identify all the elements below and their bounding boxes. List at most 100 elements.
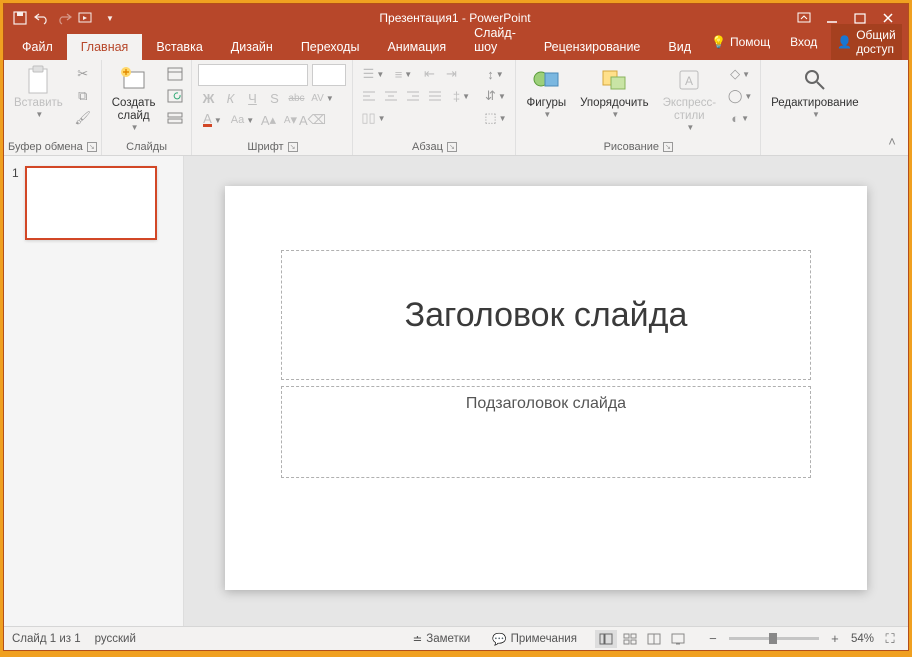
align-text-button[interactable]: ⇵▼ xyxy=(481,86,509,106)
qat-customize-icon[interactable]: ▼ xyxy=(102,10,118,26)
tab-review[interactable]: Рецензирование xyxy=(530,34,655,60)
tab-insert[interactable]: Вставка xyxy=(142,34,216,60)
grow-font-button[interactable]: A▴ xyxy=(258,110,278,130)
shape-outline-button[interactable]: ◯▼ xyxy=(726,86,754,106)
increase-indent-button[interactable]: ⇥ xyxy=(441,64,461,84)
clear-formatting-button[interactable]: A⌫ xyxy=(302,110,322,130)
arrange-icon xyxy=(599,65,629,95)
thumbnail-preview[interactable] xyxy=(25,166,157,240)
slide-sorter-view-button[interactable] xyxy=(619,630,641,648)
fit-to-window-button[interactable]: ⛶ xyxy=(880,629,900,649)
decrease-indent-button[interactable]: ⇤ xyxy=(419,64,439,84)
comments-button[interactable]: 💬Примечания xyxy=(488,630,581,648)
tab-slideshow[interactable]: Слайд-шоу xyxy=(460,20,530,60)
view-buttons xyxy=(595,630,689,648)
copy-button[interactable]: ⧉ xyxy=(73,86,93,106)
slide[interactable]: Заголовок слайда Подзаголовок слайда xyxy=(225,186,867,590)
signin-button[interactable]: Вход xyxy=(784,31,823,53)
thumbnail-1[interactable]: 1 xyxy=(12,166,175,240)
reset-button[interactable] xyxy=(165,86,185,106)
window-title: Презентация1 - PowerPoint xyxy=(126,11,784,25)
convert-smartart-button[interactable]: ⬚▼ xyxy=(481,108,509,128)
title-placeholder[interactable]: Заголовок слайда xyxy=(281,250,811,380)
paragraph-launcher-icon[interactable]: ↘ xyxy=(447,142,457,152)
format-painter-button[interactable]: 🖌 xyxy=(73,108,93,128)
normal-view-button[interactable] xyxy=(595,630,617,648)
zoom-slider[interactable] xyxy=(729,637,819,640)
cut-button[interactable]: ✂ xyxy=(73,64,93,84)
editing-button[interactable]: Редактирование▼ xyxy=(765,62,865,122)
arrange-button[interactable]: Упорядочить▼ xyxy=(574,62,654,122)
zoom-control: − + 54% ⛶ xyxy=(703,629,900,649)
slide-counter[interactable]: Слайд 1 из 1 xyxy=(12,633,81,645)
tab-animations[interactable]: Анимация xyxy=(373,34,460,60)
tab-transitions[interactable]: Переходы xyxy=(287,34,374,60)
notes-button[interactable]: ≐Заметки xyxy=(409,630,475,648)
numbering-button[interactable]: ≡▼ xyxy=(389,64,417,84)
shapes-button[interactable]: Фигуры▼ xyxy=(520,62,572,122)
start-from-beginning-icon[interactable] xyxy=(78,10,94,26)
shrink-font-button[interactable]: A▾ xyxy=(280,110,300,130)
zoom-value[interactable]: 54% xyxy=(851,633,874,645)
section-button[interactable] xyxy=(165,108,185,128)
slide-canvas-area[interactable]: Заголовок слайда Подзаголовок слайда xyxy=(184,156,908,626)
tab-home[interactable]: Главная xyxy=(67,34,143,60)
align-left-button[interactable] xyxy=(359,86,379,106)
char-spacing-button[interactable]: AV▼ xyxy=(308,88,336,108)
quick-styles-button[interactable]: A Экспресс- стили▼ xyxy=(657,62,723,136)
tab-design[interactable]: Дизайн xyxy=(217,34,287,60)
italic-button[interactable]: К xyxy=(220,88,240,108)
person-icon: 👤 xyxy=(837,35,852,49)
tab-file[interactable]: Файл xyxy=(8,34,67,60)
paste-button[interactable]: Вставить ▼ xyxy=(8,62,69,122)
clipboard-icon xyxy=(23,65,53,95)
collapse-ribbon-icon[interactable]: ˄ xyxy=(882,131,902,151)
strikethrough-button[interactable]: abc xyxy=(286,88,306,108)
font-name-combo[interactable] xyxy=(198,64,308,86)
shape-effects-button[interactable]: ◐▼ xyxy=(726,108,754,128)
slideshow-view-button[interactable] xyxy=(667,630,689,648)
text-direction-button[interactable]: ↕▼ xyxy=(481,64,509,84)
group-drawing: Фигуры▼ Упорядочить▼ A Экспресс- стили▼ … xyxy=(516,60,761,155)
share-button[interactable]: 👤Общий доступ xyxy=(831,24,901,60)
quick-access-toolbar: ▼ xyxy=(4,10,126,26)
notes-icon: ≐ xyxy=(413,632,423,646)
columns-button[interactable]: ▯▯▼ xyxy=(359,108,387,128)
redo-icon[interactable] xyxy=(56,10,72,26)
font-color-button[interactable]: A▼ xyxy=(198,110,226,130)
slide-thumbnail-pane[interactable]: 1 xyxy=(4,156,184,626)
group-slides: Создать слайд ▼ Слайды xyxy=(102,60,193,155)
font-size-combo[interactable] xyxy=(312,64,346,86)
undo-icon[interactable] xyxy=(34,10,50,26)
drawing-launcher-icon[interactable]: ↘ xyxy=(663,142,673,152)
chevron-down-icon: ▼ xyxy=(35,110,43,119)
zoom-out-button[interactable]: − xyxy=(703,629,723,649)
font-launcher-icon[interactable]: ↘ xyxy=(288,142,298,152)
shape-fill-button[interactable]: ◇▼ xyxy=(726,64,754,84)
reading-view-button[interactable] xyxy=(643,630,665,648)
save-icon[interactable] xyxy=(12,10,28,26)
shapes-icon xyxy=(531,65,561,95)
tell-me-button[interactable]: 💡Помощ xyxy=(705,31,776,53)
workspace: 1 Заголовок слайда Подзаголовок слайда xyxy=(4,156,908,626)
subtitle-placeholder[interactable]: Подзаголовок слайда xyxy=(281,386,811,478)
zoom-in-button[interactable]: + xyxy=(825,629,845,649)
tab-view[interactable]: Вид xyxy=(654,34,705,60)
clipboard-launcher-icon[interactable]: ↘ xyxy=(87,142,97,152)
language-button[interactable]: русский xyxy=(95,633,136,645)
align-center-button[interactable] xyxy=(381,86,401,106)
bold-button[interactable]: Ж xyxy=(198,88,218,108)
bullets-button[interactable]: ☰▼ xyxy=(359,64,387,84)
change-case-button[interactable]: Aa▼ xyxy=(228,110,256,130)
ribbon: Вставить ▼ ✂ ⧉ 🖌 Буфер обмена↘ Создать с… xyxy=(4,60,908,156)
underline-button[interactable]: Ч xyxy=(242,88,262,108)
align-right-button[interactable] xyxy=(403,86,423,106)
group-font: Ж К Ч S abc AV▼ A▼ Aa▼ A▴ A▾ A⌫ xyxy=(192,60,353,155)
new-slide-button[interactable]: Создать слайд ▼ xyxy=(106,62,162,136)
text-shadow-button[interactable]: S xyxy=(264,88,284,108)
zoom-handle[interactable] xyxy=(769,633,777,644)
justify-button[interactable] xyxy=(425,86,445,106)
layout-button[interactable] xyxy=(165,64,185,84)
group-drawing-label: Рисование xyxy=(604,141,659,153)
line-spacing-button[interactable]: ‡▼ xyxy=(447,86,475,106)
